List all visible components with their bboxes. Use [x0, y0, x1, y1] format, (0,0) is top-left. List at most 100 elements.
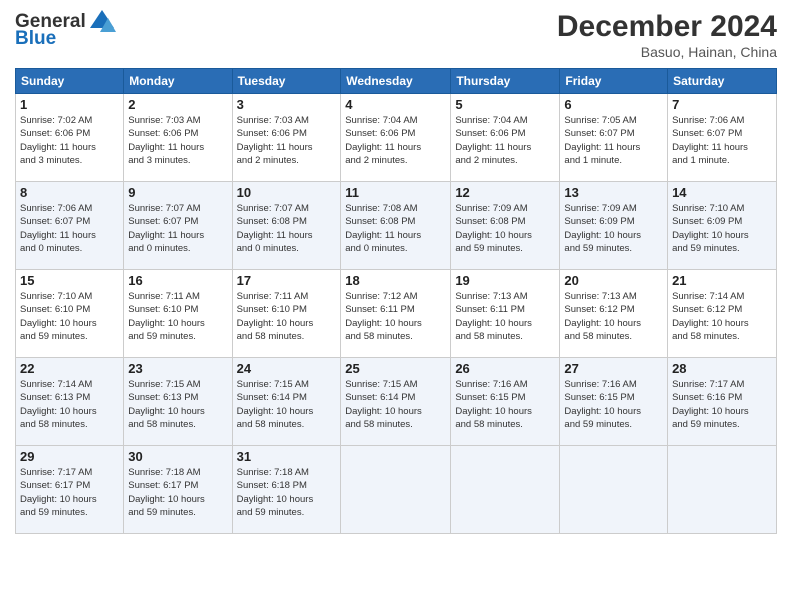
table-row: 22 Sunrise: 7:14 AMSunset: 6:13 PMDayligh… [16, 358, 124, 446]
table-row: 11 Sunrise: 7:08 AMSunset: 6:08 PMDayligh… [341, 182, 451, 270]
table-row: 31 Sunrise: 7:18 AMSunset: 6:18 PMDayligh… [232, 446, 341, 534]
table-row: 12Sunrise: 7:09 AMSunset: 6:08 PMDayligh… [451, 182, 560, 270]
day-number: 13 [564, 185, 663, 200]
day-number: 7 [672, 97, 772, 112]
calendar-table: Sunday Monday Tuesday Wednesday Thursday… [15, 68, 777, 534]
day-number: 29 [20, 449, 119, 464]
logo: General Blue [15, 10, 116, 50]
day-number: 19 [455, 273, 555, 288]
day-info: Sunrise: 7:06 AMSunset: 6:07 PMDaylight:… [20, 202, 119, 255]
day-info: Sunrise: 7:10 AMSunset: 6:09 PMDaylight:… [672, 202, 772, 255]
day-number: 11 [345, 185, 446, 200]
day-info: Sunrise: 7:18 AMSunset: 6:18 PMDaylight:… [237, 466, 337, 519]
day-info: Sunrise: 7:07 AMSunset: 6:08 PMDaylight:… [237, 202, 337, 255]
day-number: 1 [20, 97, 119, 112]
day-info: Sunrise: 7:16 AMSunset: 6:15 PMDaylight:… [455, 378, 555, 431]
table-row: 23 Sunrise: 7:15 AMSunset: 6:13 PMDayligh… [124, 358, 232, 446]
day-info: Sunrise: 7:18 AMSunset: 6:17 PMDaylight:… [128, 466, 227, 519]
day-number: 31 [237, 449, 337, 464]
location: Basuo, Hainan, China [557, 44, 777, 60]
table-row: 15Sunrise: 7:10 AMSunset: 6:10 PMDayligh… [16, 270, 124, 358]
day-info: Sunrise: 7:16 AMSunset: 6:15 PMDaylight:… [564, 378, 663, 431]
title-block: December 2024 Basuo, Hainan, China [557, 10, 777, 60]
table-row: 2Sunrise: 7:03 AMSunset: 6:06 PMDaylight… [124, 94, 232, 182]
calendar-header-row: Sunday Monday Tuesday Wednesday Thursday… [16, 69, 777, 94]
col-saturday: Saturday [668, 69, 777, 94]
day-info: Sunrise: 7:10 AMSunset: 6:10 PMDaylight:… [20, 290, 119, 343]
table-row [560, 446, 668, 534]
day-number: 9 [128, 185, 227, 200]
day-number: 26 [455, 361, 555, 376]
day-number: 23 [128, 361, 227, 376]
day-info: Sunrise: 7:05 AMSunset: 6:07 PMDaylight:… [564, 114, 663, 167]
day-info: Sunrise: 7:02 AMSunset: 6:06 PMDaylight:… [20, 114, 119, 167]
calendar-week-row: 22 Sunrise: 7:14 AMSunset: 6:13 PMDayligh… [16, 358, 777, 446]
day-info: Sunrise: 7:08 AMSunset: 6:08 PMDaylight:… [345, 202, 446, 255]
day-number: 24 [237, 361, 337, 376]
day-info: Sunrise: 7:15 AMSunset: 6:13 PMDaylight:… [128, 378, 227, 431]
day-info: Sunrise: 7:17 AMSunset: 6:17 PMDaylight:… [20, 466, 119, 519]
day-number: 25 [345, 361, 446, 376]
table-row: 1 Sunrise: 7:02 AMSunset: 6:06 PMDaylight… [16, 94, 124, 182]
header: General Blue December 2024 Basuo, Hainan… [15, 10, 777, 60]
day-info: Sunrise: 7:07 AMSunset: 6:07 PMDaylight:… [128, 202, 227, 255]
day-number: 22 [20, 361, 119, 376]
table-row: 17 Sunrise: 7:11 AMSunset: 6:10 PMDayligh… [232, 270, 341, 358]
table-row: 14 Sunrise: 7:10 AMSunset: 6:09 PMDayligh… [668, 182, 777, 270]
table-row [668, 446, 777, 534]
day-number: 20 [564, 273, 663, 288]
day-info: Sunrise: 7:17 AMSunset: 6:16 PMDaylight:… [672, 378, 772, 431]
day-info: Sunrise: 7:04 AMSunset: 6:06 PMDaylight:… [345, 114, 446, 167]
day-number: 17 [237, 273, 337, 288]
day-info: Sunrise: 7:03 AMSunset: 6:06 PMDaylight:… [237, 114, 337, 167]
col-wednesday: Wednesday [341, 69, 451, 94]
col-friday: Friday [560, 69, 668, 94]
table-row: 30 Sunrise: 7:18 AMSunset: 6:17 PMDayligh… [124, 446, 232, 534]
day-info: Sunrise: 7:13 AMSunset: 6:12 PMDaylight:… [564, 290, 663, 343]
logo-blue: Blue [15, 28, 56, 50]
table-row: 13 Sunrise: 7:09 AMSunset: 6:09 PMDayligh… [560, 182, 668, 270]
table-row: 18 Sunrise: 7:12 AMSunset: 6:11 PMDayligh… [341, 270, 451, 358]
day-number: 12 [455, 185, 555, 200]
table-row: 5 Sunrise: 7:04 AMSunset: 6:06 PMDaylight… [451, 94, 560, 182]
table-row: 21 Sunrise: 7:14 AMSunset: 6:12 PMDayligh… [668, 270, 777, 358]
page-container: General Blue December 2024 Basuo, Hainan… [0, 0, 792, 544]
calendar-week-row: 8Sunrise: 7:06 AMSunset: 6:07 PMDaylight… [16, 182, 777, 270]
calendar-week-row: 29 Sunrise: 7:17 AMSunset: 6:17 PMDayligh… [16, 446, 777, 534]
day-number: 30 [128, 449, 227, 464]
table-row: 26 Sunrise: 7:16 AMSunset: 6:15 PMDayligh… [451, 358, 560, 446]
day-info: Sunrise: 7:14 AMSunset: 6:13 PMDaylight:… [20, 378, 119, 431]
table-row: 4Sunrise: 7:04 AMSunset: 6:06 PMDaylight… [341, 94, 451, 182]
table-row [341, 446, 451, 534]
day-info: Sunrise: 7:06 AMSunset: 6:07 PMDaylight:… [672, 114, 772, 167]
day-number: 18 [345, 273, 446, 288]
day-number: 14 [672, 185, 772, 200]
table-row: 16Sunrise: 7:11 AMSunset: 6:10 PMDayligh… [124, 270, 232, 358]
table-row: 6Sunrise: 7:05 AMSunset: 6:07 PMDaylight… [560, 94, 668, 182]
day-info: Sunrise: 7:11 AMSunset: 6:10 PMDaylight:… [237, 290, 337, 343]
day-number: 3 [237, 97, 337, 112]
col-thursday: Thursday [451, 69, 560, 94]
col-sunday: Sunday [16, 69, 124, 94]
day-info: Sunrise: 7:12 AMSunset: 6:11 PMDaylight:… [345, 290, 446, 343]
col-monday: Monday [124, 69, 232, 94]
day-info: Sunrise: 7:11 AMSunset: 6:10 PMDaylight:… [128, 290, 227, 343]
table-row: 9 Sunrise: 7:07 AMSunset: 6:07 PMDaylight… [124, 182, 232, 270]
day-number: 5 [455, 97, 555, 112]
day-info: Sunrise: 7:15 AMSunset: 6:14 PMDaylight:… [237, 378, 337, 431]
table-row: 27 Sunrise: 7:16 AMSunset: 6:15 PMDayligh… [560, 358, 668, 446]
col-tuesday: Tuesday [232, 69, 341, 94]
table-row: 7 Sunrise: 7:06 AMSunset: 6:07 PMDaylight… [668, 94, 777, 182]
day-number: 27 [564, 361, 663, 376]
table-row: 20 Sunrise: 7:13 AMSunset: 6:12 PMDayligh… [560, 270, 668, 358]
day-number: 28 [672, 361, 772, 376]
table-row: 3 Sunrise: 7:03 AMSunset: 6:06 PMDaylight… [232, 94, 341, 182]
day-number: 10 [237, 185, 337, 200]
table-row: 8Sunrise: 7:06 AMSunset: 6:07 PMDaylight… [16, 182, 124, 270]
day-info: Sunrise: 7:04 AMSunset: 6:06 PMDaylight:… [455, 114, 555, 167]
table-row: 25Sunrise: 7:15 AMSunset: 6:14 PMDayligh… [341, 358, 451, 446]
day-number: 21 [672, 273, 772, 288]
calendar-week-row: 15Sunrise: 7:10 AMSunset: 6:10 PMDayligh… [16, 270, 777, 358]
day-info: Sunrise: 7:14 AMSunset: 6:12 PMDaylight:… [672, 290, 772, 343]
day-info: Sunrise: 7:09 AMSunset: 6:09 PMDaylight:… [564, 202, 663, 255]
